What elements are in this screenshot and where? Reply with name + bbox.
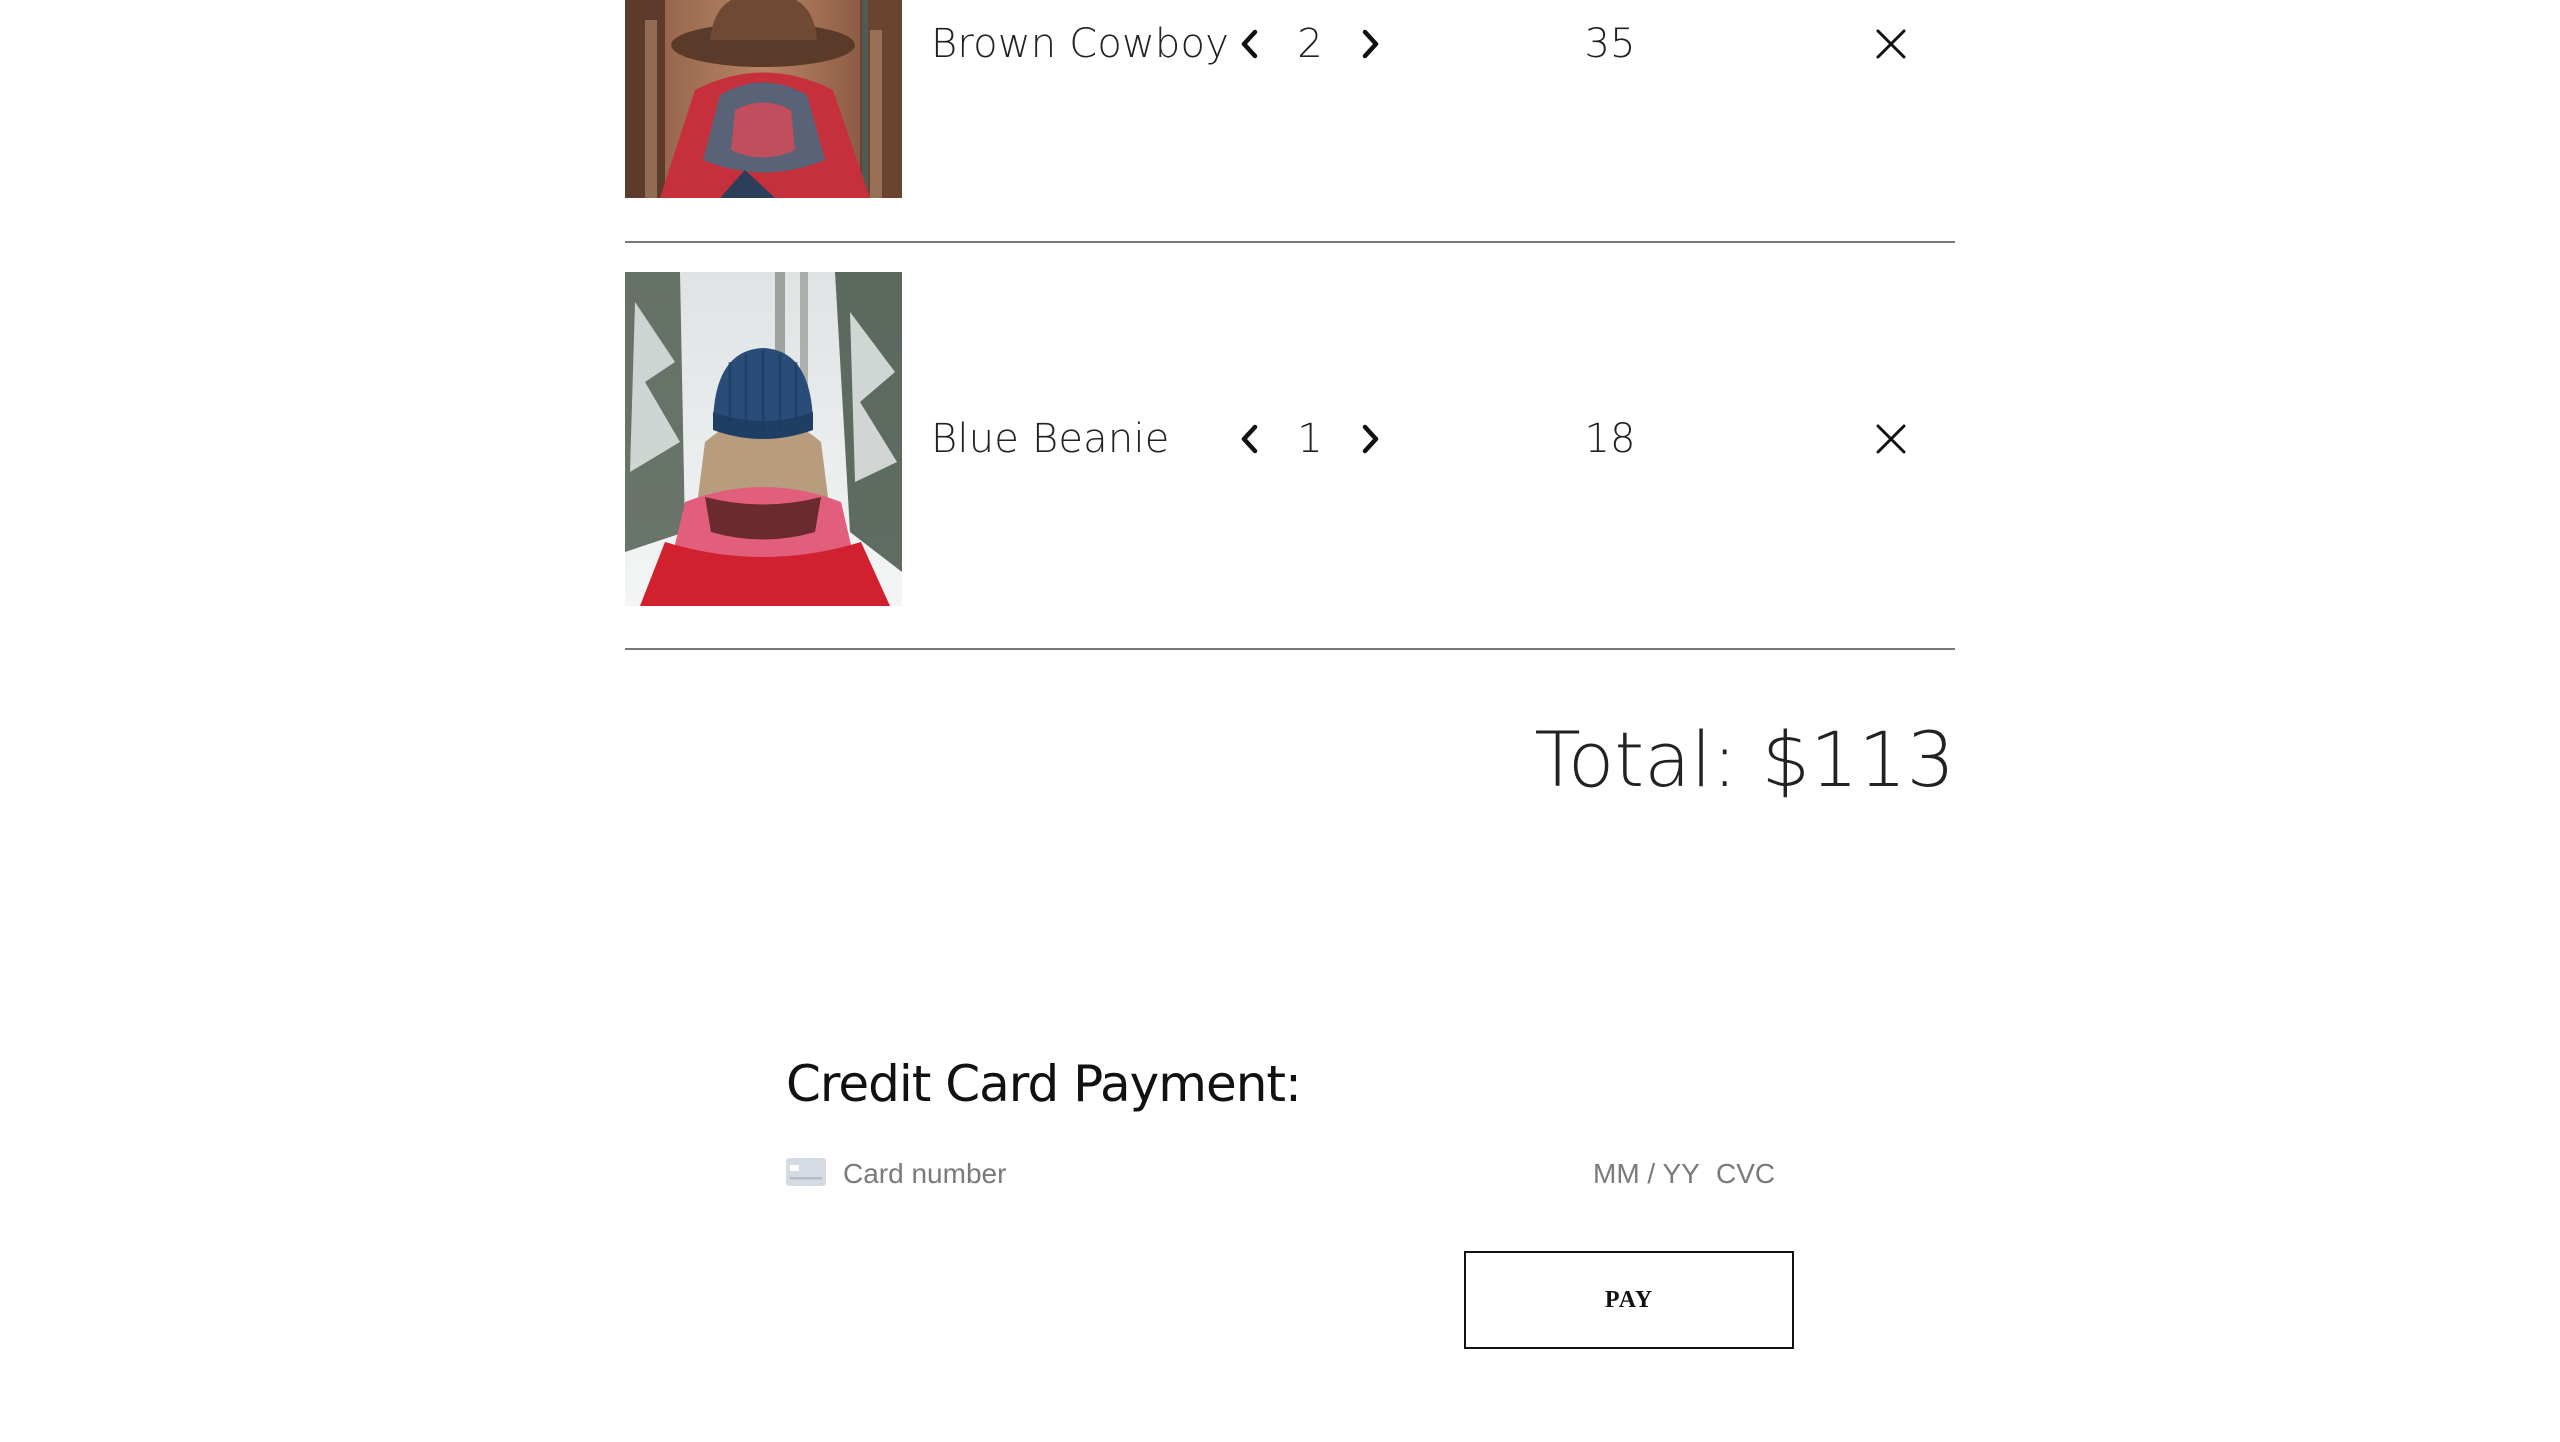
card-expiry-input[interactable]	[1593, 1150, 1703, 1198]
credit-card-icon	[786, 1158, 826, 1186]
quantity-stepper: 2	[1231, 20, 1389, 68]
cart-row-blue-beanie: Blue Beanie 1 18	[625, 272, 1955, 607]
pay-button[interactable]: PAY	[1464, 1251, 1794, 1349]
chevron-left-icon[interactable]	[1231, 20, 1269, 68]
card-number-input[interactable]	[843, 1150, 1343, 1198]
item-name: Blue Beanie	[931, 416, 1170, 462]
product-image-blue-beanie	[625, 272, 902, 606]
item-price: 35	[1584, 21, 1636, 67]
close-icon[interactable]	[1871, 419, 1911, 459]
quantity-stepper: 1	[1231, 415, 1389, 463]
chevron-left-icon[interactable]	[1231, 415, 1269, 463]
quantity-value: 2	[1297, 21, 1323, 67]
row-divider	[625, 241, 1955, 243]
item-price: 18	[1584, 416, 1636, 462]
item-name: Brown Cowboy	[931, 21, 1230, 67]
row-divider	[625, 648, 1955, 650]
quantity-value: 1	[1297, 416, 1323, 462]
payment-title: Credit Card Payment:	[786, 1055, 1302, 1113]
card-element	[786, 1150, 1796, 1198]
chevron-right-icon[interactable]	[1351, 415, 1389, 463]
close-icon[interactable]	[1871, 24, 1911, 64]
product-image-brown-cowboy	[625, 0, 902, 198]
cart-total: Total: $113	[1534, 715, 1955, 804]
chevron-right-icon[interactable]	[1351, 20, 1389, 68]
card-cvc-input[interactable]	[1716, 1150, 1796, 1198]
cart-row-brown-cowboy: Brown Cowboy 2 35	[625, 0, 1955, 200]
